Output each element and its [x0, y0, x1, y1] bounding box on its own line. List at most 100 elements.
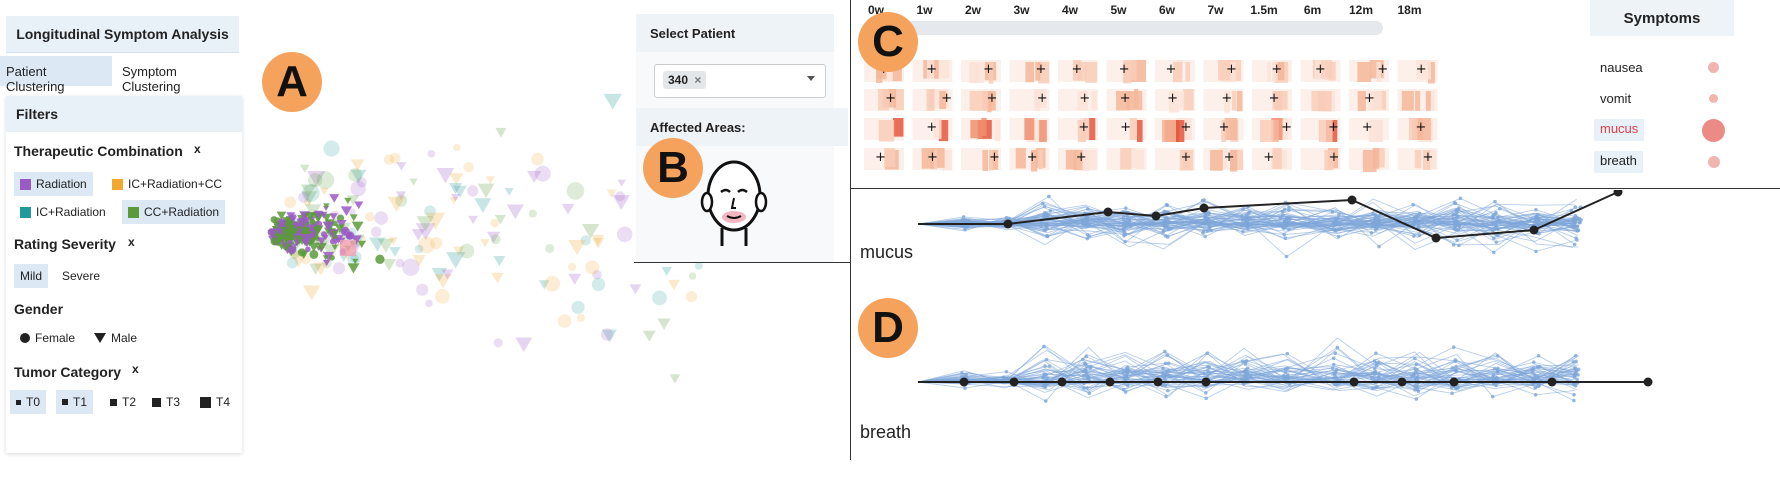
tab-symptom-clustering[interactable]: Symptom Clustering [116, 56, 242, 94]
chip-cc-radiation[interactable]: CC+Radiation [122, 200, 226, 224]
plus-icon: + [1226, 62, 1237, 77]
symptom-item-breath[interactable]: breath [1594, 151, 1643, 173]
scatter-point [286, 257, 298, 269]
chip-ic-radiation-cc[interactable]: IC+Radiation+CC [106, 172, 228, 196]
selected-trajectory-point [1201, 377, 1211, 387]
selected-trajectory-point [1057, 377, 1067, 387]
scatter-point [617, 179, 626, 187]
trajectory-point [1491, 213, 1495, 218]
chip-label: T2 [122, 395, 137, 409]
trajectory-point [1537, 364, 1542, 369]
scatter-point [382, 259, 397, 271]
scatter-point [345, 231, 355, 240]
timeline-tick-label: 12m [1349, 3, 1373, 17]
heatmap-stripe [1185, 62, 1190, 82]
chip-ic-radiation[interactable]: IC+Radiation [14, 200, 112, 224]
trajectory-point [1087, 234, 1092, 238]
badge-a: A [262, 52, 322, 112]
chip-t4[interactable]: T4 [194, 390, 236, 414]
trajectory-point [1371, 221, 1375, 226]
scatter-point [463, 162, 474, 173]
timeline-tick-label: 18m [1397, 3, 1421, 17]
trajectory-point [1570, 225, 1575, 229]
chip-female[interactable]: Female [14, 326, 81, 350]
trajectory-label-breath: breath [860, 422, 912, 442]
chip-t2[interactable]: T2 [104, 390, 142, 414]
divider [634, 262, 850, 263]
scatter-point [629, 284, 642, 295]
tumor-clear-button[interactable]: x [132, 362, 139, 376]
severity-dot [1709, 94, 1718, 103]
trajectory-point [1375, 384, 1379, 389]
scatter-point [568, 273, 582, 285]
trajectory-point [1451, 216, 1455, 221]
heatmap-stripe [982, 150, 989, 171]
selected-trajectory-point [1151, 211, 1161, 221]
chip-severe[interactable]: Severe [56, 264, 106, 288]
square-icon [16, 399, 21, 405]
trajectory-point [1209, 228, 1213, 233]
trajectory-point [1377, 244, 1381, 249]
severity-dot [1708, 156, 1720, 168]
scatter-point [370, 226, 382, 238]
plus-icon: + [1120, 120, 1131, 135]
scatter-point [493, 256, 506, 267]
symptom-trajectory-plot[interactable] [856, 190, 1780, 466]
plus-icon: + [1269, 91, 1280, 106]
trajectory-point [1204, 396, 1208, 401]
scatter-point [414, 244, 424, 254]
scatter-point [585, 260, 600, 275]
heatmap-stripe [892, 118, 904, 137]
plus-icon: + [1079, 91, 1090, 106]
cc-rad-swatch [128, 206, 139, 218]
symptoms-panel: Symptoms nausea vomit mucus breath [1590, 0, 1734, 180]
heatmap-stripe [1025, 62, 1035, 83]
chip-t0[interactable]: T0 [10, 390, 47, 414]
remove-tag-icon[interactable]: × [694, 73, 701, 87]
trajectory-point [1576, 228, 1581, 232]
chevron-down-icon[interactable] [807, 76, 815, 81]
filters-panel: Filters Therapeutic Combination x Radiat… [6, 96, 242, 453]
chip-radiation[interactable]: Radiation [14, 172, 93, 196]
divider [850, 188, 1780, 189]
scatter-point [576, 313, 585, 323]
scatter-point [298, 191, 309, 203]
trajectory-point [1572, 392, 1576, 397]
trajectory-point [1452, 200, 1457, 205]
trajectory-point [1045, 226, 1049, 231]
select-patient-header: Select Patient [636, 14, 834, 52]
scatter-point [374, 211, 388, 225]
scatter-point [515, 337, 533, 352]
heatmap-stripe [1210, 150, 1223, 171]
scatter-point [491, 272, 504, 284]
trajectory-point [1334, 382, 1339, 387]
trajectory-point [1331, 356, 1336, 361]
tab-patient-clustering[interactable]: Patient Clustering [0, 56, 112, 94]
trajectory-point [1081, 357, 1085, 362]
therapeutic-clear-button[interactable]: x [194, 142, 201, 156]
trajectory-point [1573, 217, 1578, 221]
chip-t1[interactable]: T1 [56, 390, 94, 414]
patient-select[interactable]: 340 × [654, 64, 826, 98]
chip-male[interactable]: Male [88, 326, 143, 350]
symptom-item-mucus[interactable]: mucus [1594, 119, 1645, 141]
scatter-point [427, 150, 436, 158]
plus-icon: + [986, 91, 997, 106]
scatter-point [600, 328, 614, 341]
trajectory-point [1330, 210, 1335, 214]
plus-icon: + [1271, 62, 1282, 77]
trajectory-point [1084, 354, 1089, 359]
plus-icon: + [1263, 150, 1274, 165]
chip-mild[interactable]: Mild [14, 264, 49, 288]
trajectory-point [1450, 391, 1454, 396]
scatter-point [430, 237, 443, 250]
heatmap-stripe [878, 120, 895, 142]
severity-clear-button[interactable]: x [128, 235, 135, 249]
chip-t3[interactable]: T3 [146, 390, 186, 414]
trajectory-point [1122, 230, 1127, 235]
symptom-item-vomit[interactable]: vomit [1594, 89, 1637, 111]
plus-icon: + [1180, 150, 1191, 165]
trajectory-point [963, 386, 967, 390]
symptom-item-nausea[interactable]: nausea [1594, 58, 1649, 80]
symptom-heatmap[interactable]: 0w 1w 2w 3w 4w 5w 6w 7w 1.5m 6m 12m 18m++++++++++++… [856, 0, 1586, 186]
